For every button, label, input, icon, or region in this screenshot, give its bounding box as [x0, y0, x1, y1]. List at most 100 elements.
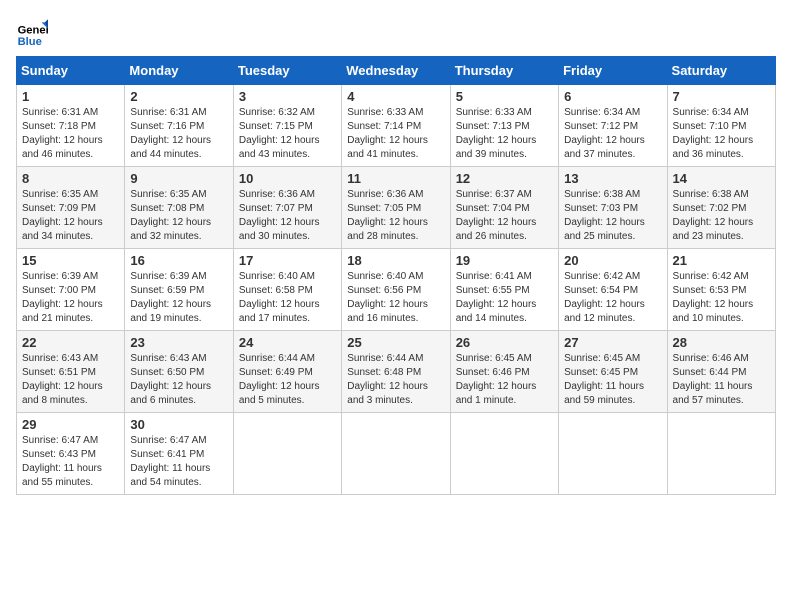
- calendar-cell: 22 Sunrise: 6:43 AMSunset: 6:51 PMDayligh…: [17, 331, 125, 413]
- day-info: Sunrise: 6:45 AMSunset: 6:45 PMDaylight:…: [564, 352, 661, 408]
- day-number: 5: [456, 89, 553, 104]
- calendar-week-1: 1 Sunrise: 6:31 AMSunset: 7:18 PMDaylight…: [17, 85, 776, 167]
- calendar-cell: 28 Sunrise: 6:46 AMSunset: 6:44 PMDayligh…: [667, 331, 775, 413]
- day-number: 19: [456, 253, 553, 268]
- calendar-cell: 7 Sunrise: 6:34 AMSunset: 7:10 PMDaylight…: [667, 85, 775, 167]
- day-info: Sunrise: 6:44 AMSunset: 6:49 PMDaylight:…: [239, 352, 336, 408]
- day-number: 6: [564, 89, 661, 104]
- day-number: 20: [564, 253, 661, 268]
- day-number: 14: [673, 171, 770, 186]
- day-info: Sunrise: 6:40 AMSunset: 6:58 PMDaylight:…: [239, 270, 336, 326]
- day-info: Sunrise: 6:35 AMSunset: 7:09 PMDaylight:…: [22, 188, 119, 244]
- day-number: 22: [22, 335, 119, 350]
- calendar-cell: 18 Sunrise: 6:40 AMSunset: 6:56 PMDayligh…: [342, 249, 450, 331]
- day-info: Sunrise: 6:42 AMSunset: 6:53 PMDaylight:…: [673, 270, 770, 326]
- calendar-cell: [559, 413, 667, 495]
- day-number: 28: [673, 335, 770, 350]
- calendar-cell: [233, 413, 341, 495]
- svg-text:General: General: [18, 25, 48, 37]
- day-info: Sunrise: 6:47 AMSunset: 6:43 PMDaylight:…: [22, 434, 119, 490]
- calendar-cell: 17 Sunrise: 6:40 AMSunset: 6:58 PMDayligh…: [233, 249, 341, 331]
- logo-icon: General Blue: [16, 16, 48, 48]
- calendar-cell: 21 Sunrise: 6:42 AMSunset: 6:53 PMDayligh…: [667, 249, 775, 331]
- day-number: 24: [239, 335, 336, 350]
- day-number: 8: [22, 171, 119, 186]
- day-info: Sunrise: 6:46 AMSunset: 6:44 PMDaylight:…: [673, 352, 770, 408]
- day-header-saturday: Saturday: [667, 57, 775, 85]
- day-info: Sunrise: 6:38 AMSunset: 7:03 PMDaylight:…: [564, 188, 661, 244]
- day-info: Sunrise: 6:43 AMSunset: 6:51 PMDaylight:…: [22, 352, 119, 408]
- calendar-cell: 4 Sunrise: 6:33 AMSunset: 7:14 PMDaylight…: [342, 85, 450, 167]
- calendar-week-3: 15 Sunrise: 6:39 AMSunset: 7:00 PMDayligh…: [17, 249, 776, 331]
- day-number: 18: [347, 253, 444, 268]
- day-number: 25: [347, 335, 444, 350]
- day-number: 2: [130, 89, 227, 104]
- day-number: 10: [239, 171, 336, 186]
- calendar-cell: 8 Sunrise: 6:35 AMSunset: 7:09 PMDaylight…: [17, 167, 125, 249]
- svg-text:Blue: Blue: [18, 36, 42, 48]
- calendar-cell: 24 Sunrise: 6:44 AMSunset: 6:49 PMDayligh…: [233, 331, 341, 413]
- day-number: 4: [347, 89, 444, 104]
- day-info: Sunrise: 6:36 AMSunset: 7:07 PMDaylight:…: [239, 188, 336, 244]
- day-header-monday: Monday: [125, 57, 233, 85]
- day-number: 15: [22, 253, 119, 268]
- calendar-header-row: SundayMondayTuesdayWednesdayThursdayFrid…: [17, 57, 776, 85]
- day-number: 12: [456, 171, 553, 186]
- day-number: 3: [239, 89, 336, 104]
- day-number: 21: [673, 253, 770, 268]
- day-info: Sunrise: 6:36 AMSunset: 7:05 PMDaylight:…: [347, 188, 444, 244]
- calendar-week-5: 29 Sunrise: 6:47 AMSunset: 6:43 PMDayligh…: [17, 413, 776, 495]
- calendar-cell: 1 Sunrise: 6:31 AMSunset: 7:18 PMDaylight…: [17, 85, 125, 167]
- calendar-cell: 2 Sunrise: 6:31 AMSunset: 7:16 PMDaylight…: [125, 85, 233, 167]
- day-info: Sunrise: 6:38 AMSunset: 7:02 PMDaylight:…: [673, 188, 770, 244]
- calendar-cell: [342, 413, 450, 495]
- calendar-cell: 20 Sunrise: 6:42 AMSunset: 6:54 PMDayligh…: [559, 249, 667, 331]
- calendar-cell: 12 Sunrise: 6:37 AMSunset: 7:04 PMDayligh…: [450, 167, 558, 249]
- day-info: Sunrise: 6:44 AMSunset: 6:48 PMDaylight:…: [347, 352, 444, 408]
- day-header-thursday: Thursday: [450, 57, 558, 85]
- day-number: 17: [239, 253, 336, 268]
- day-info: Sunrise: 6:31 AMSunset: 7:16 PMDaylight:…: [130, 106, 227, 162]
- day-header-tuesday: Tuesday: [233, 57, 341, 85]
- day-info: Sunrise: 6:33 AMSunset: 7:13 PMDaylight:…: [456, 106, 553, 162]
- calendar-cell: 3 Sunrise: 6:32 AMSunset: 7:15 PMDaylight…: [233, 85, 341, 167]
- day-info: Sunrise: 6:45 AMSunset: 6:46 PMDaylight:…: [456, 352, 553, 408]
- day-info: Sunrise: 6:33 AMSunset: 7:14 PMDaylight:…: [347, 106, 444, 162]
- day-info: Sunrise: 6:31 AMSunset: 7:18 PMDaylight:…: [22, 106, 119, 162]
- calendar-cell: 14 Sunrise: 6:38 AMSunset: 7:02 PMDayligh…: [667, 167, 775, 249]
- day-number: 29: [22, 417, 119, 432]
- calendar-cell: 13Sunrise: 6:38 AMSunset: 7:03 PMDayligh…: [559, 167, 667, 249]
- day-header-sunday: Sunday: [17, 57, 125, 85]
- day-number: 23: [130, 335, 227, 350]
- day-info: Sunrise: 6:41 AMSunset: 6:55 PMDaylight:…: [456, 270, 553, 326]
- calendar-cell: [450, 413, 558, 495]
- day-info: Sunrise: 6:40 AMSunset: 6:56 PMDaylight:…: [347, 270, 444, 326]
- day-number: 9: [130, 171, 227, 186]
- day-number: 27: [564, 335, 661, 350]
- page-header: General Blue: [16, 16, 776, 48]
- logo: General Blue: [16, 16, 52, 48]
- calendar-cell: 6 Sunrise: 6:34 AMSunset: 7:12 PMDaylight…: [559, 85, 667, 167]
- day-info: Sunrise: 6:39 AMSunset: 7:00 PMDaylight:…: [22, 270, 119, 326]
- day-info: Sunrise: 6:32 AMSunset: 7:15 PMDaylight:…: [239, 106, 336, 162]
- day-number: 1: [22, 89, 119, 104]
- calendar-cell: 30Sunrise: 6:47 AMSunset: 6:41 PMDayligh…: [125, 413, 233, 495]
- day-header-wednesday: Wednesday: [342, 57, 450, 85]
- day-info: Sunrise: 6:34 AMSunset: 7:10 PMDaylight:…: [673, 106, 770, 162]
- day-header-friday: Friday: [559, 57, 667, 85]
- day-info: Sunrise: 6:42 AMSunset: 6:54 PMDaylight:…: [564, 270, 661, 326]
- day-number: 7: [673, 89, 770, 104]
- day-number: 16: [130, 253, 227, 268]
- calendar-cell: 27 Sunrise: 6:45 AMSunset: 6:45 PMDayligh…: [559, 331, 667, 413]
- day-info: Sunrise: 6:39 AMSunset: 6:59 PMDaylight:…: [130, 270, 227, 326]
- day-info: Sunrise: 6:35 AMSunset: 7:08 PMDaylight:…: [130, 188, 227, 244]
- calendar-cell: 16 Sunrise: 6:39 AMSunset: 6:59 PMDayligh…: [125, 249, 233, 331]
- day-info: Sunrise: 6:34 AMSunset: 7:12 PMDaylight:…: [564, 106, 661, 162]
- calendar-cell: 15 Sunrise: 6:39 AMSunset: 7:00 PMDayligh…: [17, 249, 125, 331]
- calendar-cell: 26 Sunrise: 6:45 AMSunset: 6:46 PMDayligh…: [450, 331, 558, 413]
- calendar-cell: 23Sunrise: 6:43 AMSunset: 6:50 PMDayligh…: [125, 331, 233, 413]
- calendar-week-4: 22 Sunrise: 6:43 AMSunset: 6:51 PMDayligh…: [17, 331, 776, 413]
- day-number: 26: [456, 335, 553, 350]
- calendar-cell: 25 Sunrise: 6:44 AMSunset: 6:48 PMDayligh…: [342, 331, 450, 413]
- day-info: Sunrise: 6:37 AMSunset: 7:04 PMDaylight:…: [456, 188, 553, 244]
